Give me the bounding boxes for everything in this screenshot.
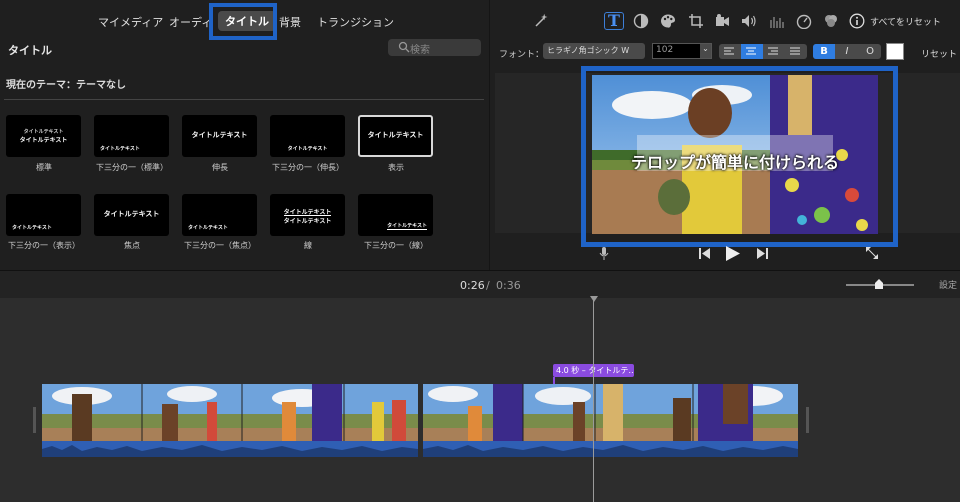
thumb-text: タイトルテキスト [100, 146, 140, 152]
waveform [423, 445, 798, 457]
font-label: フォント： [499, 50, 545, 60]
title-style-lower-third-line[interactable]: タイトルテキスト [358, 194, 433, 236]
current-time: 0:26 [460, 279, 485, 292]
clip-filmstrip [423, 384, 798, 441]
title-style-caption: 下三分の一（焦点） [184, 241, 256, 250]
title-clip-connector [553, 377, 555, 384]
skip-back-icon[interactable] [699, 248, 711, 259]
color-balance-icon[interactable] [633, 13, 649, 29]
palette-icon[interactable] [660, 13, 676, 29]
color-swatch[interactable] [886, 43, 904, 60]
clip-filmstrip [42, 384, 418, 441]
fullscreen-icon[interactable] [866, 247, 878, 259]
video-clip[interactable] [423, 384, 798, 441]
time-separator: / [486, 279, 490, 292]
bold-button[interactable]: B [813, 44, 835, 59]
thumb-text: タイトルテキスト [103, 210, 160, 218]
timeline-start-handle[interactable] [33, 407, 36, 433]
thumb-text: タイトルテキスト [188, 225, 228, 231]
title-style-line[interactable]: タイトルテキスト タイトルテキスト [270, 194, 345, 236]
title-text-icon[interactable]: T [604, 12, 624, 30]
skip-forward-icon[interactable] [756, 248, 768, 259]
title-style-caption: 焦点 [124, 241, 140, 250]
thumb-text: タイトルテキスト [367, 131, 424, 139]
audio-waveform[interactable] [423, 441, 798, 457]
title-style-focus[interactable]: タイトルテキスト [94, 194, 169, 236]
volume-icon[interactable] [741, 13, 757, 29]
title-style-caption: 下三分の一（線） [364, 241, 428, 250]
tab-audio[interactable]: オーディ [169, 14, 209, 30]
tab-highlight-box [209, 3, 277, 40]
title-style-lower-third-standard[interactable]: タイトルテキスト [94, 115, 169, 157]
crop-icon[interactable] [688, 13, 704, 29]
thumb-text: タイトルテキスト [23, 129, 64, 135]
total-time: 0:36 [496, 279, 521, 292]
title-style-caption: 線 [304, 241, 312, 250]
play-icon[interactable] [726, 246, 740, 261]
thumb-text: タイトルテキスト [283, 218, 332, 225]
title-style-caption: 標準 [36, 163, 52, 172]
timecode-bar: 0:26 / 0:36 設定 [0, 270, 960, 298]
browser-title: タイトル [8, 44, 52, 57]
title-style-caption: 伸長 [212, 163, 228, 172]
title-style-lower-third-focus[interactable]: タイトルテキスト [182, 194, 257, 236]
outline-button[interactable]: O [859, 44, 881, 59]
search-icon [398, 41, 410, 53]
video-clip[interactable] [42, 384, 418, 441]
settings-button[interactable]: 設定 [939, 278, 957, 291]
divider [4, 99, 484, 100]
title-style-lower-third-stretch[interactable]: タイトルテキスト [270, 115, 345, 157]
microphone-icon[interactable] [598, 247, 610, 261]
line-decoration [387, 229, 427, 230]
thumb-text: タイトルテキスト [19, 137, 68, 144]
magic-wand-icon[interactable] [533, 13, 549, 29]
title-style-reveal[interactable]: タイトルテキスト [358, 115, 433, 157]
font-family-select[interactable]: ヒラギノ角ゴシック W [543, 43, 645, 59]
title-style-standard[interactable]: タイトルテキスト タイトルテキスト [6, 115, 81, 157]
zoom-slider-knob[interactable] [875, 279, 883, 289]
tab-my-media[interactable]: マイメディア [98, 14, 163, 30]
reset-all-button[interactable]: すべてをリセット [870, 15, 941, 28]
thumb-text: タイトルテキスト [12, 225, 52, 231]
thumb-text: タイトルテキスト [191, 131, 248, 139]
viewer-highlight-box [581, 66, 898, 247]
equalizer-icon[interactable] [768, 13, 784, 29]
italic-button[interactable]: I [836, 44, 858, 59]
title-style-caption: 表示 [388, 163, 404, 172]
playhead[interactable] [593, 296, 594, 502]
title-style-caption: 下三分の一（標準） [96, 163, 168, 172]
timeline-end-handle[interactable] [806, 407, 809, 433]
title-style-caption: 下三分の一（伸長） [272, 163, 344, 172]
alignment-icons [724, 47, 800, 55]
title-style-stretch[interactable]: タイトルテキスト [182, 115, 257, 157]
filter-icon[interactable] [823, 13, 839, 29]
thumb-text: タイトルテキスト [287, 146, 328, 152]
tab-backgrounds[interactable]: 背景 [279, 14, 301, 30]
reset-button[interactable]: リセット [921, 47, 957, 60]
thumb-text: タイトルテキスト [387, 223, 427, 229]
camera-icon[interactable] [714, 13, 730, 29]
tab-transitions[interactable]: トランジション [317, 14, 394, 30]
speedometer-icon[interactable] [796, 13, 812, 29]
title-style-caption: 下三分の一（表示） [8, 241, 80, 250]
waveform [42, 445, 418, 457]
info-icon[interactable] [849, 13, 865, 29]
current-theme-label: 現在のテーマ：テーマなし [6, 80, 126, 91]
audio-waveform[interactable] [42, 441, 418, 457]
chevron-down-icon[interactable]: ⌄ [700, 44, 711, 58]
title-style-lower-third-reveal[interactable]: タイトルテキスト [6, 194, 81, 236]
